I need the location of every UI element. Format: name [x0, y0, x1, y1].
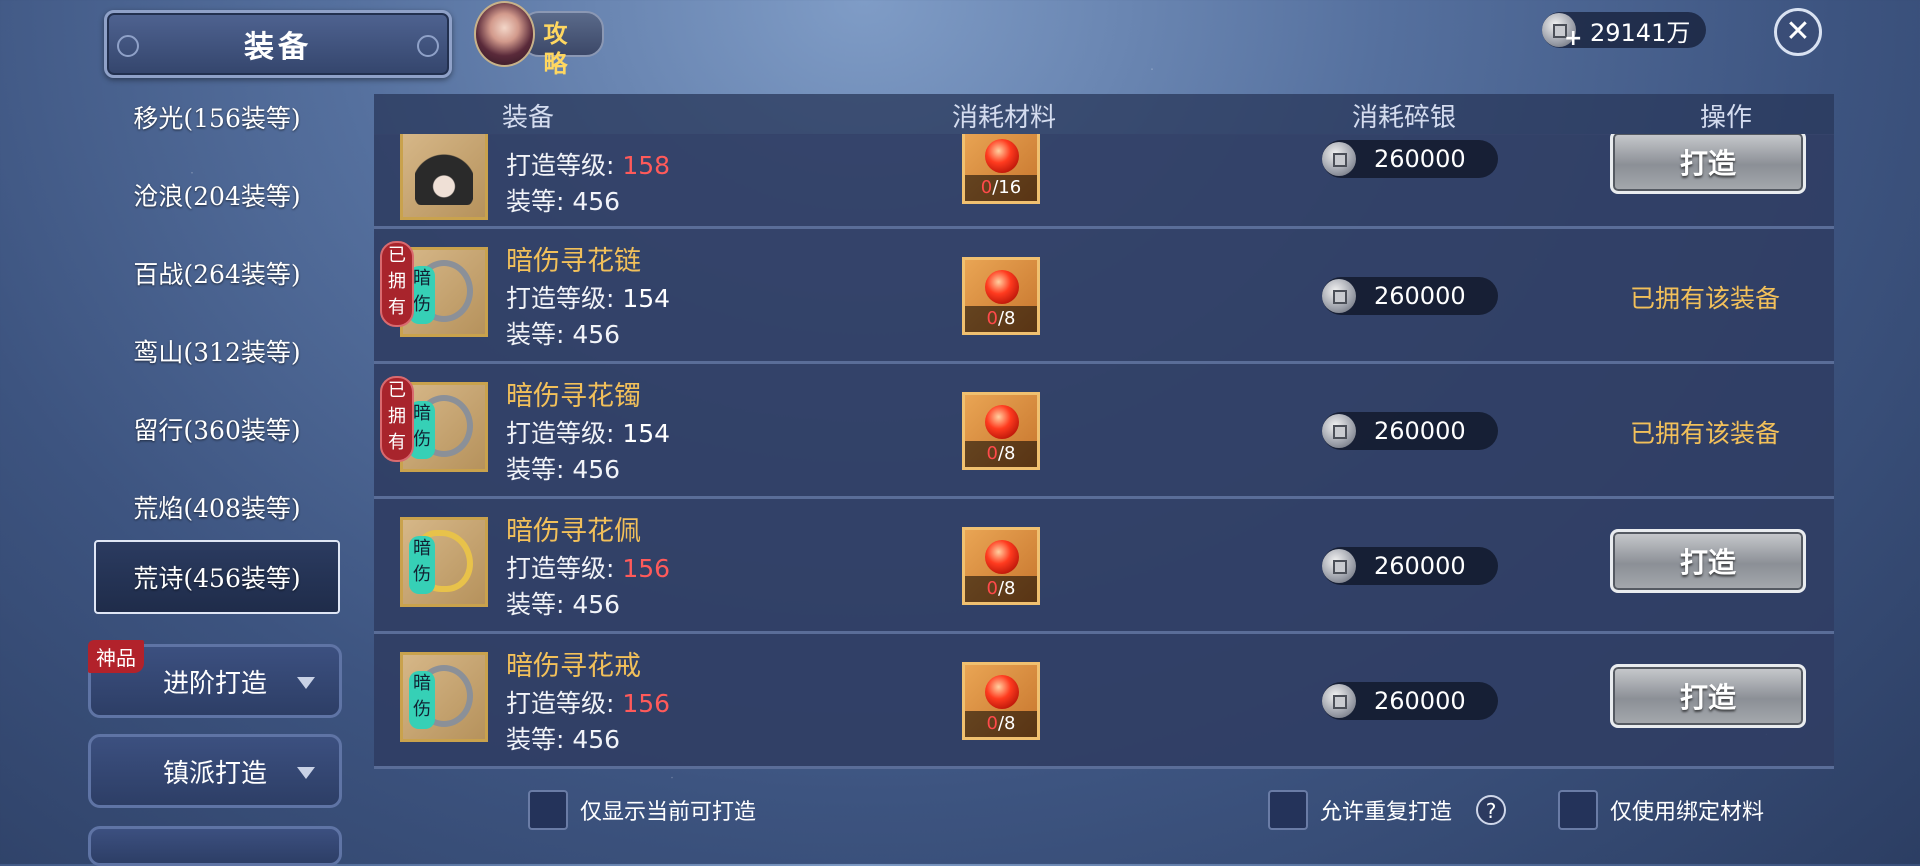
equipment-name: 暗伤寻花戒 — [506, 651, 641, 682]
column-header: 装备 — [502, 103, 555, 133]
gear-score: 装等: 456 — [506, 725, 621, 754]
owned-tag: 已拥有 — [380, 376, 414, 462]
forge-level: 打造等级: 158 — [506, 151, 671, 180]
material-slot[interactable]: 0/8 — [962, 257, 1040, 335]
gear-score: 装等: 456 — [506, 590, 621, 619]
silver-cost: 260000 — [1322, 277, 1498, 315]
material-slot[interactable]: 0/8 — [962, 527, 1040, 605]
silver-cost: 260000 — [1322, 140, 1498, 178]
material-count: 0/8 — [965, 441, 1037, 467]
equipment-icon[interactable]: 暗伤 — [400, 517, 488, 607]
red-orb-icon — [985, 540, 1019, 574]
material-slot[interactable]: 0/8 — [962, 662, 1040, 740]
allow-repeat-checkbox[interactable]: 允许重复打造 ? — [1268, 790, 1507, 830]
sidebar-item-tier[interactable]: 移光(156装等) — [94, 82, 340, 152]
hat-icon — [415, 143, 473, 205]
forge-level: 打造等级: 156 — [506, 689, 671, 718]
close-button[interactable]: ✕ — [1774, 8, 1822, 56]
checkbox-label: 仅显示当前可打造 — [580, 800, 757, 825]
dropdown-label: 镇派打造 — [162, 758, 267, 789]
gear-score: 装等: 456 — [506, 455, 621, 484]
currency-value: 29141万 — [1590, 18, 1691, 47]
silver-coin-icon — [1322, 414, 1356, 448]
checkbox-label: 允许重复打造 — [1320, 800, 1453, 825]
red-orb-icon — [985, 675, 1019, 709]
ornament-icon — [112, 30, 144, 62]
quality-badge: 神品 — [88, 640, 144, 673]
guide-avatar — [474, 1, 536, 67]
checkbox[interactable] — [528, 790, 568, 830]
forge-level: 打造等级: 154 — [506, 284, 671, 313]
page-title: 装备 — [244, 30, 312, 65]
column-header: 消耗材料 — [952, 103, 1057, 133]
checkbox[interactable] — [1268, 790, 1308, 830]
page-title-plate: 装备 — [104, 10, 452, 78]
table-row[interactable]: 暗伤 暗伤寻花戒 打造等级: 156 装等: 456 0/8 260000 打造 — [374, 634, 1834, 769]
only-current-checkbox[interactable]: 仅显示当前可打造 — [528, 790, 756, 830]
silver-coin-icon — [1322, 279, 1356, 313]
equipment-icon[interactable] — [400, 134, 488, 220]
red-orb-icon — [985, 139, 1019, 173]
table-row[interactable]: 暗伤 暗伤寻花佩 打造等级: 156 装等: 456 0/8 260000 打造 — [374, 499, 1834, 634]
owned-status-text: 已拥有该装备 — [1630, 419, 1781, 448]
equipment-name: 暗伤寻花镯 — [506, 381, 641, 412]
sidebar-item-tier[interactable]: 留行(360装等) — [94, 394, 340, 464]
dropdown-label: 进阶打造 — [162, 668, 267, 699]
collapsed-dropdown[interactable] — [88, 826, 342, 866]
silver-coin-icon — [1322, 684, 1356, 718]
forge-button[interactable]: 打造 — [1610, 134, 1806, 194]
forge-button[interactable]: 打造 — [1610, 664, 1806, 728]
silver-coin-icon — [1322, 549, 1356, 583]
material-count: 0/8 — [965, 711, 1037, 737]
gear-score: 装等: 456 — [506, 187, 621, 216]
owned-status-text: 已拥有该装备 — [1630, 284, 1781, 313]
forge-level: 打造等级: 154 — [506, 419, 671, 448]
material-count: 0/8 — [965, 576, 1037, 602]
sidebar-item-tier[interactable]: 百战(264装等) — [94, 238, 340, 308]
owned-tag: 已拥有 — [380, 241, 414, 327]
forge-button[interactable]: 打造 — [1610, 529, 1806, 593]
forge-level: 打造等级: 156 — [506, 554, 671, 583]
column-header: 消耗碎银 — [1352, 103, 1457, 133]
type-tag: 暗伤 — [409, 536, 435, 594]
material-slot[interactable]: 0/16 — [962, 134, 1040, 204]
red-orb-icon — [985, 270, 1019, 304]
bound-only-checkbox[interactable]: 仅使用绑定材料 — [1558, 790, 1764, 830]
currency-display[interactable]: + 29141万 — [1542, 12, 1706, 51]
sidebar-item-tier[interactable]: 鸾山(312装等) — [94, 316, 340, 386]
checkbox-label: 仅使用绑定材料 — [1610, 800, 1765, 825]
material-count: 0/8 — [965, 306, 1037, 332]
red-orb-icon — [985, 405, 1019, 439]
equipment-name: 暗伤寻花佩 — [506, 516, 641, 547]
silver-cost: 260000 — [1322, 547, 1498, 585]
equipment-icon[interactable]: 暗伤 — [400, 652, 488, 742]
silver-cost: 260000 — [1322, 412, 1498, 450]
table-header: 装备 消耗材料 消耗碎银 操作 — [374, 94, 1834, 135]
equipment-name: 暗伤寻花链 — [506, 246, 641, 277]
help-icon[interactable]: ? — [1476, 795, 1507, 825]
sidebar-item-tier[interactable]: 荒焰(408装等) — [94, 472, 340, 542]
silver-cost: 260000 — [1322, 682, 1498, 720]
chevron-down-icon — [297, 767, 315, 779]
close-icon: ✕ — [1785, 14, 1811, 49]
material-slot[interactable]: 0/8 — [962, 392, 1040, 470]
table-row[interactable]: 暗伤 已拥有 暗伤寻花镯 打造等级: 154 装等: 456 0/8 26000… — [374, 364, 1834, 499]
sidebar-item-tier-active[interactable]: 荒诗(456装等) — [94, 540, 340, 614]
ornament-icon — [412, 30, 444, 62]
silver-coin-icon — [1322, 142, 1356, 176]
table-row[interactable]: 打造等级: 158 装等: 456 0/16 260000 打造 — [374, 134, 1834, 229]
type-tag: 暗伤 — [409, 671, 435, 729]
checkbox[interactable] — [1558, 790, 1598, 830]
gear-score: 装等: 456 — [506, 320, 621, 349]
chevron-down-icon — [297, 677, 315, 689]
sidebar-item-tier[interactable]: 沧浪(204装等) — [94, 160, 340, 230]
faction-forge-dropdown[interactable]: 镇派打造 — [88, 734, 342, 808]
column-header: 操作 — [1700, 103, 1753, 133]
add-currency-icon[interactable]: + — [1564, 26, 1582, 51]
material-count: 0/16 — [965, 175, 1037, 201]
guide-button[interactable]: 攻略 — [474, 1, 604, 78]
table-row[interactable]: 暗伤 已拥有 暗伤寻花链 打造等级: 154 装等: 456 0/8 26000… — [374, 229, 1834, 364]
